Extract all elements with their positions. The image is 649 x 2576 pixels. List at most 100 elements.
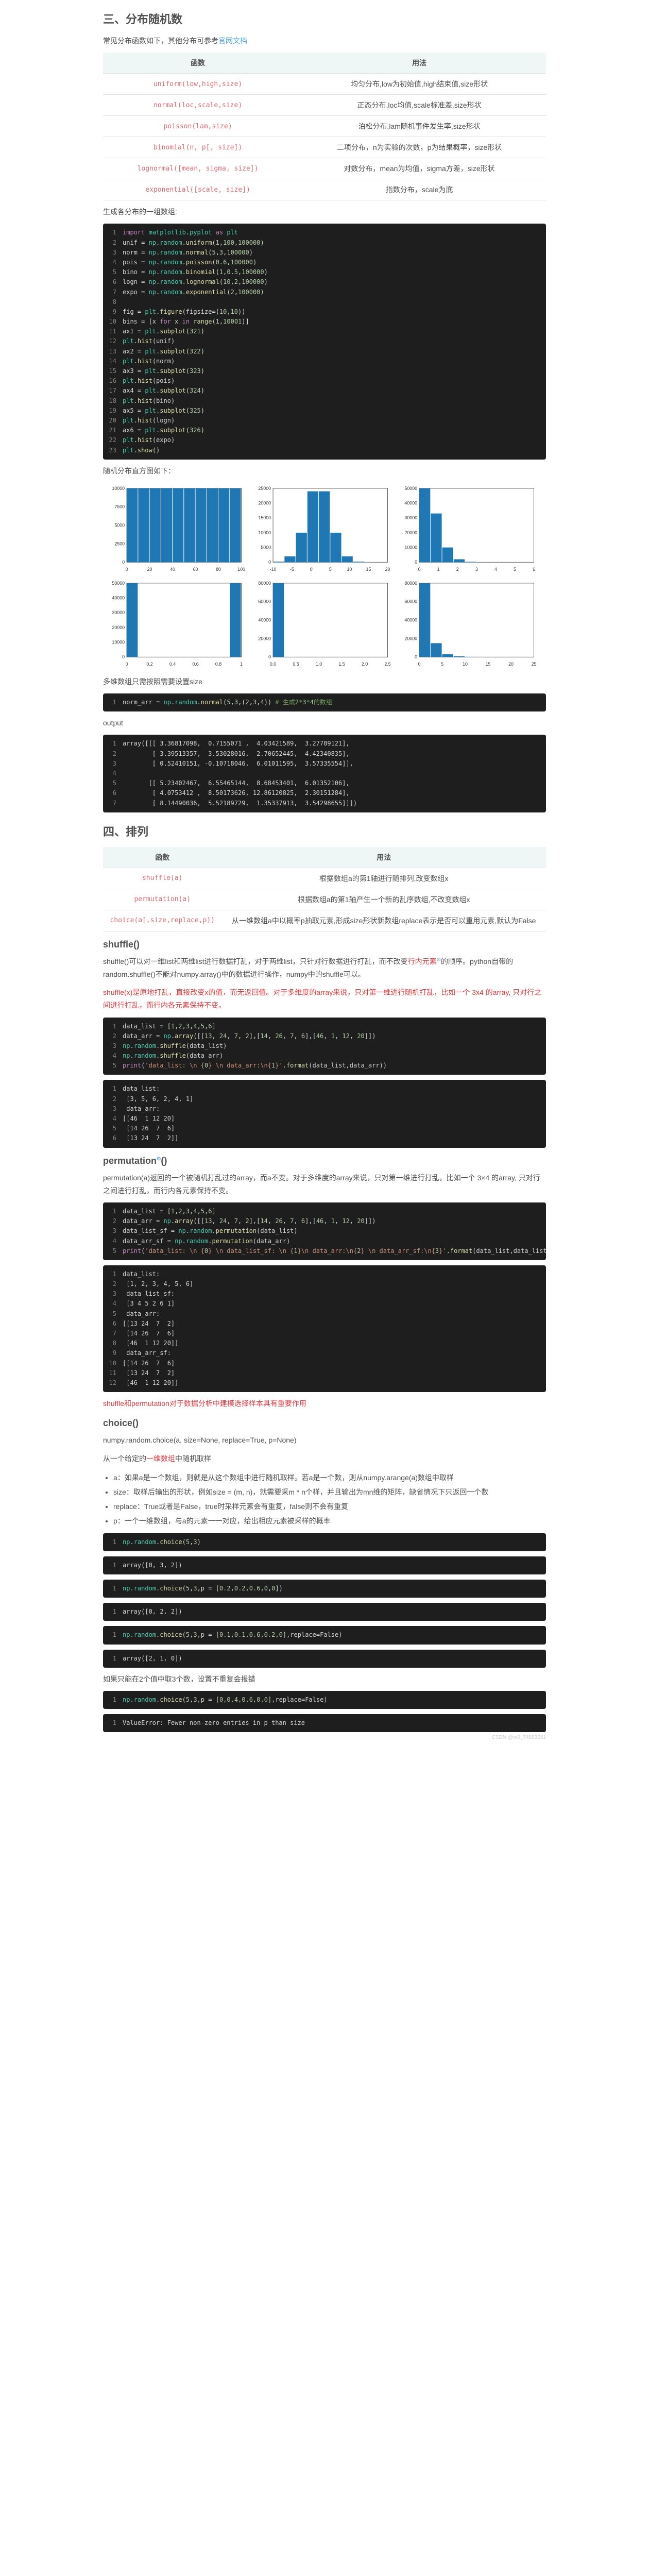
choice-sig: numpy.random.choice(a, size=None, replac… [103,1434,546,1447]
svg-text:0: 0 [122,654,125,659]
choice-bullets: a：如果a是一个数组，则就是从这个数组中进行随机取样。若a是一个数，则从nump… [113,1470,546,1528]
doc-link[interactable]: 官网文档 [218,37,247,45]
histogram-chart: 012345601000020000300004000050000 [396,483,540,575]
bullet-item: a：如果a是一个数组，则就是从这个数组中进行随机取样。若a是一个数，则从nump… [113,1470,546,1485]
footnote-icon: ⊙ [437,957,441,962]
table-fn: uniform(low,high,size) [103,74,293,95]
svg-text:50000: 50000 [404,486,417,491]
output-label: output [103,717,546,730]
svg-text:15000: 15000 [258,515,271,520]
bullet-item: size：取样后输出的形状，例如size = (m, n)，就需要采m * n个… [113,1485,546,1499]
svg-text:0: 0 [126,662,128,667]
table-fn: binomial(n, p[, size]) [103,137,293,158]
svg-text:0: 0 [310,567,313,572]
code-c2: 1np.random.choice(5,3,p = [0.2,0.2,0.6,0… [103,1580,546,1598]
svg-text:40000: 40000 [404,500,417,505]
svg-text:40000: 40000 [258,617,271,622]
svg-text:-10: -10 [270,567,277,572]
svg-text:0: 0 [415,560,417,565]
svg-text:5000: 5000 [114,522,125,528]
svg-text:1.0: 1.0 [316,662,322,667]
intro-text: 常见分布函数如下，其他分布可参考官网文档 [103,35,546,47]
table-fn: normal(loc,scale,size) [103,95,293,116]
code-block-6: 1data_list = [1,2,3,4,5,6]2data_arr = np… [103,1202,546,1260]
svg-text:40000: 40000 [112,595,125,600]
svg-text:6: 6 [533,567,535,572]
svg-text:10000: 10000 [112,639,125,645]
svg-text:20000: 20000 [258,636,271,641]
svg-text:15: 15 [366,567,371,572]
section-title: 三、分布随机数 [103,10,546,27]
svg-text:-5: -5 [290,567,294,572]
svg-text:20: 20 [508,662,514,667]
code-block-4: 1data_list = [1,2,3,4,5,6]2data_arr = np… [103,1018,546,1075]
svg-text:4: 4 [494,567,497,572]
svg-text:5: 5 [329,567,332,572]
svg-text:100: 100 [237,567,245,572]
table-fn: shuffle(a) [103,868,221,889]
code-c4: 1np.random.choice(5,3,p = [0,0.4,0.6,0,0… [103,1691,546,1709]
svg-text:30000: 30000 [404,515,417,520]
err-text: 如果只能在2个值中取3个数，设置不重复会报错 [103,1673,546,1686]
histogram-chart: 020406080100025005000750010000 [103,483,247,575]
code-c1: 1np.random.choice(5,3) [103,1533,546,1551]
table-fn: exponential([scale, size]) [103,179,293,200]
table-fn: choice(a[,size,replace,p]) [103,910,221,931]
table-desc: 指数分布，scale为底 [293,179,546,200]
svg-text:25000: 25000 [258,486,271,491]
svg-text:0: 0 [126,567,128,572]
svg-text:1.5: 1.5 [338,662,345,667]
svg-text:50000: 50000 [112,581,125,586]
shuffle-p1: shuffle()可以对一维list和两维list进行数据打乱，对于两维list… [103,955,546,981]
code-block-1: 1import matplotlib.pyplot as plt2unif = … [103,224,546,459]
svg-text:2.5: 2.5 [384,662,390,667]
svg-text:60000: 60000 [258,599,271,604]
table-desc: 泊松分布,lam随机事件发生率,size形状 [293,116,546,137]
out-c1: 1array([0, 3, 2]) [103,1556,546,1574]
watermark: CSDN @m0_74893561 [103,1735,546,1740]
svg-text:40: 40 [170,567,175,572]
svg-text:5000: 5000 [261,545,271,550]
svg-text:0.0: 0.0 [270,662,276,667]
choice-intro: 从一个给定的一维数组中随机取样 [103,1452,546,1465]
svg-text:0: 0 [415,654,417,659]
code-c3: 1np.random.choice(5,3,p = [0.1,0.1,0.6,0… [103,1626,546,1644]
svg-text:0.2: 0.2 [146,662,152,667]
choice-title: choice() [103,1418,546,1429]
svg-text:20000: 20000 [404,636,417,641]
svg-text:1: 1 [240,662,243,667]
table-desc: 对数分布，mean为均值，sigma方差，size形状 [293,158,546,179]
svg-text:80000: 80000 [258,581,271,586]
svg-text:3: 3 [475,567,478,572]
svg-text:0: 0 [418,567,421,572]
svg-text:0.5: 0.5 [293,662,299,667]
multi-text: 多维数组只需按照需要设置size [103,675,546,688]
shuffle-title: shuffle() [103,939,546,950]
svg-text:25: 25 [532,662,537,667]
svg-text:20: 20 [385,567,390,572]
table-fn: permutation(a) [103,889,221,910]
svg-text:0.8: 0.8 [215,662,221,667]
perm-p: permutation(a)返回的一个被随机打乱过的array，而a不变。对于多… [103,1172,546,1197]
svg-text:80000: 80000 [404,581,417,586]
histogram-chart: 0510152025020000400006000080000 [396,578,540,670]
section2-title: 四、排列 [103,823,546,839]
svg-text:60: 60 [193,567,198,572]
footnote-icon: ⊙ [157,1156,161,1162]
svg-text:80: 80 [216,567,221,572]
gen-text: 生成各分布的一组数组: [103,206,546,218]
svg-text:15: 15 [486,662,491,667]
svg-text:40000: 40000 [404,617,417,622]
svg-text:20: 20 [147,567,152,572]
histogram-chart: 00.20.40.60.8101000020000300004000050000 [103,578,247,670]
svg-text:5: 5 [514,567,516,572]
svg-text:1: 1 [437,567,440,572]
histogram-grid: 020406080100025005000750010000-10-505101… [103,483,546,670]
out-c2: 1array([0, 2, 2]) [103,1603,546,1621]
svg-text:2500: 2500 [114,541,125,546]
svg-text:0: 0 [268,560,271,565]
code-output-7: 1data_list: 2 [1, 2, 3, 4, 5, 6] 3 data_… [103,1265,546,1392]
perm-title: permutation⊙() [103,1156,546,1166]
perm-note: shuffle和permutation对于数据分析中建模选择样本具有重要作用 [103,1397,546,1410]
out-c3: 1array([2, 1, 0]) [103,1650,546,1668]
